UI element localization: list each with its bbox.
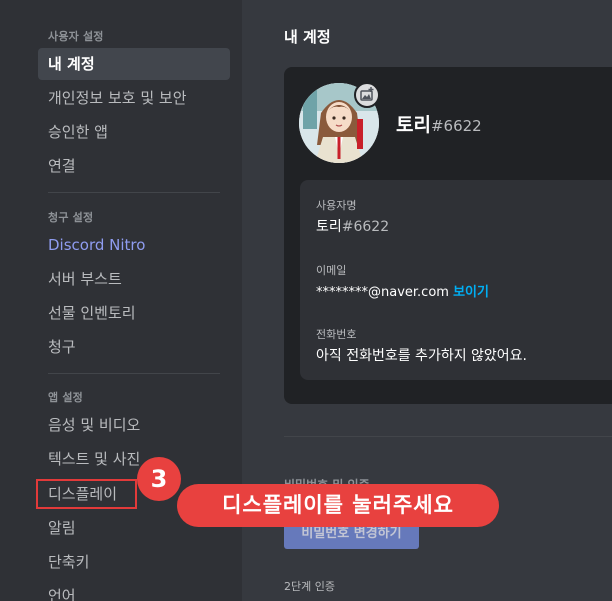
email-label: 이메일 xyxy=(316,264,347,277)
section-divider xyxy=(284,436,612,437)
sidebar-separator xyxy=(48,192,220,193)
add-image-icon xyxy=(360,87,374,101)
sidebar-item-connections[interactable]: 연결 xyxy=(38,150,230,182)
sidebar-item-billing[interactable]: 청구 xyxy=(38,331,230,363)
billing-settings-header: 청구 설정 xyxy=(48,211,94,224)
profile-username-name: 토리 xyxy=(396,114,431,136)
sidebar-item-my-account[interactable]: 내 계정 xyxy=(38,48,230,80)
profile-discriminator: #6622 xyxy=(430,117,482,135)
sidebar-item-discord-nitro[interactable]: Discord Nitro xyxy=(38,229,230,261)
page-title: 내 계정 xyxy=(284,28,331,46)
phone-value: 아직 전화번호를 추가하지 않았어요. xyxy=(316,348,527,364)
avatar-wrapper[interactable] xyxy=(299,82,380,163)
user-settings-header: 사용자 설정 xyxy=(48,30,104,43)
username-value: 토리#6622 xyxy=(316,216,389,236)
account-card: 토리#6622 사용자명 토리#6622 이메일 ********@naver.… xyxy=(284,67,612,404)
sidebar-item-voice-video[interactable]: 음성 및 비디오 xyxy=(38,409,230,441)
annotation-instruction: 디스플레이를 눌러주세요 xyxy=(177,484,499,527)
app-settings-header: 앱 설정 xyxy=(48,391,83,404)
username-label: 사용자명 xyxy=(316,199,357,212)
username-text: 토리 xyxy=(316,219,342,235)
sidebar-item-text-images[interactable]: 텍스트 및 사진 xyxy=(38,443,230,475)
phone-label: 전화번호 xyxy=(316,328,357,341)
sidebar-item-gift-inventory[interactable]: 선물 인벤토리 xyxy=(38,297,230,329)
username-discriminator: #6622 xyxy=(341,219,390,235)
account-info-box: 사용자명 토리#6622 이메일 ********@naver.com 보이기 … xyxy=(300,180,612,380)
profile-username: 토리#6622 xyxy=(396,110,482,137)
email-text: ********@naver.com xyxy=(316,285,449,300)
upload-avatar-button[interactable] xyxy=(354,82,380,108)
reveal-email-link[interactable]: 보이기 xyxy=(453,285,489,300)
two-factor-header: 2단계 인증 xyxy=(284,580,335,593)
sidebar-item-privacy-safety[interactable]: 개인정보 보호 및 보안 xyxy=(38,82,230,114)
display-highlight-box xyxy=(36,479,137,509)
sidebar-item-language[interactable]: 언어 xyxy=(38,580,230,601)
sidebar-item-keybinds[interactable]: 단축키 xyxy=(38,546,230,578)
sidebar-item-authorized-apps[interactable]: 승인한 앱 xyxy=(38,116,230,148)
annotation-step-number: 3 xyxy=(137,457,181,501)
sidebar-item-server-boost[interactable]: 서버 부스트 xyxy=(38,263,230,295)
email-value: ********@naver.com 보이기 xyxy=(316,281,489,300)
sidebar-separator xyxy=(48,373,220,374)
